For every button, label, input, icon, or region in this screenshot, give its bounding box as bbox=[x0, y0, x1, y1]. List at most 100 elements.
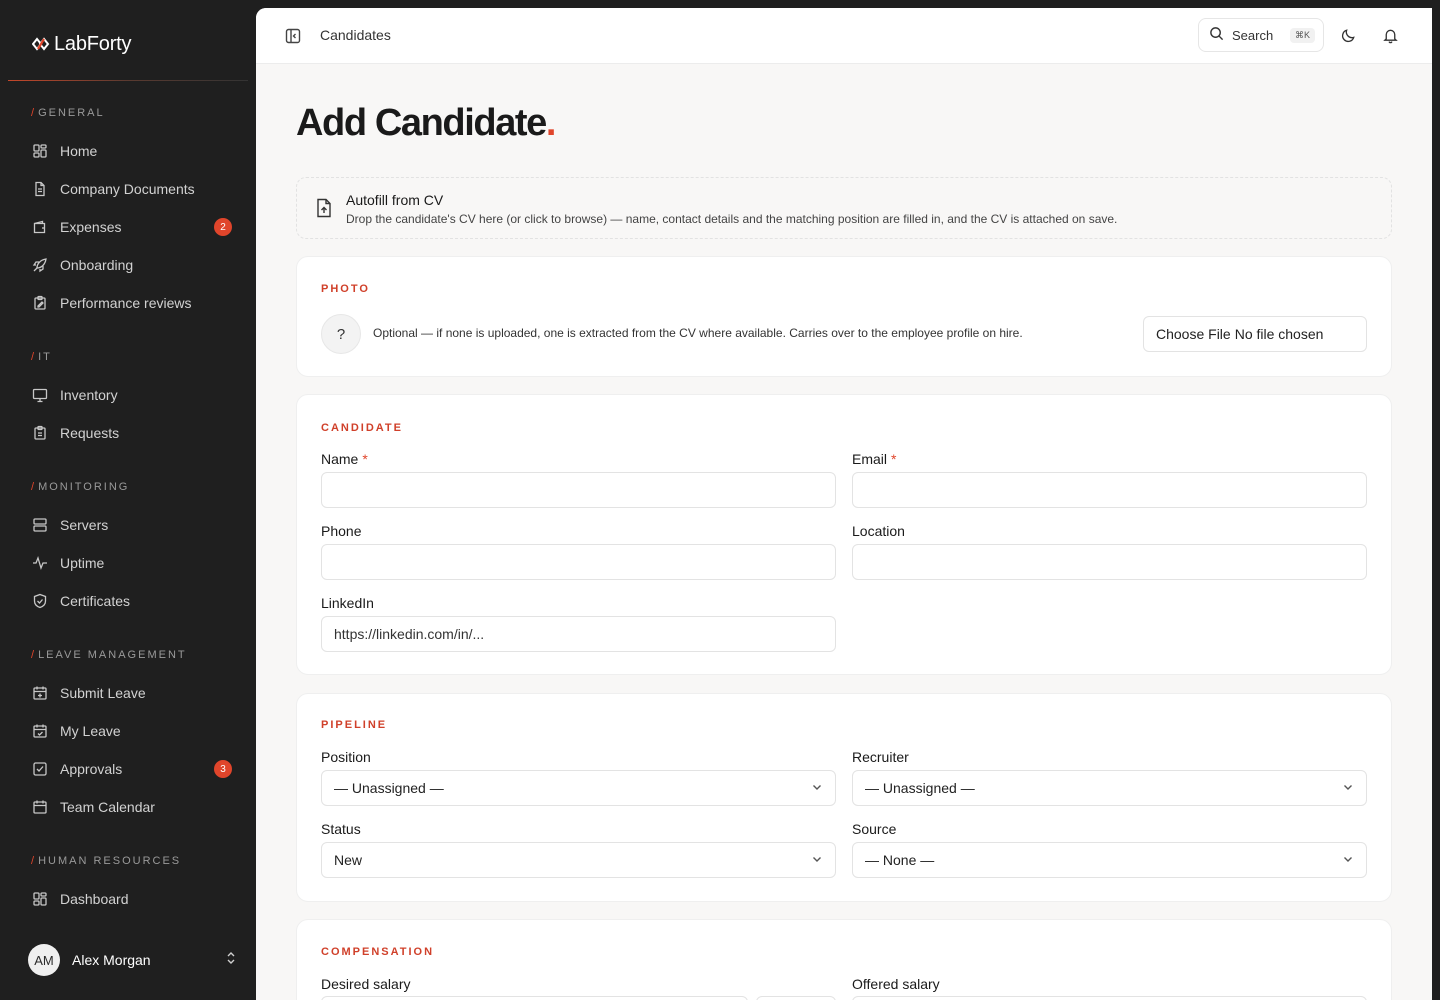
recruiter-label: Recruiter bbox=[852, 749, 909, 765]
sidebar-item-servers[interactable]: Servers bbox=[32, 512, 242, 538]
sidebar-item-team-calendar[interactable]: Team Calendar bbox=[32, 794, 242, 820]
autofill-description: Drop the candidate's CV here (or click t… bbox=[346, 212, 1118, 226]
page-title: Add Candidate. bbox=[296, 102, 557, 144]
position-select[interactable]: — Unassigned — bbox=[321, 770, 836, 806]
photo-file-input[interactable]: Choose File No file chosen bbox=[1143, 316, 1367, 352]
server-icon bbox=[32, 517, 48, 533]
compensation-card: COMPENSATION Desired salary Offered sala… bbox=[296, 919, 1392, 1000]
location-label: Location bbox=[852, 523, 905, 539]
phone-label: Phone bbox=[321, 523, 362, 539]
source-select[interactable]: — None — bbox=[852, 842, 1367, 878]
main-panel: Candidates Search ⌘K Add Candidate. Auto… bbox=[256, 8, 1432, 1000]
pipeline-section-label: PIPELINE bbox=[321, 719, 388, 731]
shield-icon bbox=[32, 593, 48, 609]
sidebar-item-label: Team Calendar bbox=[60, 799, 155, 815]
photo-section-label: PHOTO bbox=[321, 283, 370, 295]
topbar: Candidates Search ⌘K bbox=[256, 8, 1432, 64]
candidate-card: CANDIDATE Name * Email * Phone Location Li… bbox=[296, 394, 1392, 675]
rocket-icon bbox=[32, 257, 48, 273]
chevron-down-icon bbox=[811, 852, 823, 868]
email-input[interactable] bbox=[852, 472, 1367, 508]
activity-icon bbox=[32, 555, 48, 571]
desired-salary-label: Desired salary bbox=[321, 976, 411, 992]
recruiter-select[interactable]: — Unassigned — bbox=[852, 770, 1367, 806]
location-input[interactable] bbox=[852, 544, 1367, 580]
app-logo[interactable]: LabForty bbox=[32, 30, 132, 58]
clipboard-list-icon bbox=[32, 425, 48, 441]
wallet-icon bbox=[32, 219, 48, 235]
sidebar: LabForty / General Home Company Documents… bbox=[0, 0, 256, 1000]
sidebar-item-requests[interactable]: Requests bbox=[32, 420, 242, 446]
cv-autofill-dropzone[interactable]: Autofill from CV Drop the candidate's CV… bbox=[296, 177, 1392, 239]
status-select[interactable]: New bbox=[321, 842, 836, 878]
check-square-icon bbox=[32, 761, 48, 777]
sidebar-item-performance-reviews[interactable]: Performance reviews bbox=[32, 290, 242, 316]
sidebar-item-approvals[interactable]: Approvals 3 bbox=[32, 756, 242, 782]
required-marker: * bbox=[891, 451, 897, 467]
sidebar-section-leave-management: / Leave Management bbox=[31, 649, 187, 661]
user-menu[interactable]: AM Alex Morgan bbox=[28, 944, 238, 976]
desired-salary-input[interactable] bbox=[321, 996, 748, 1000]
linkedin-input[interactable] bbox=[321, 616, 836, 652]
app-name: LabForty bbox=[54, 32, 132, 55]
sidebar-item-label: Approvals bbox=[60, 761, 123, 777]
name-label: Name * bbox=[321, 451, 368, 467]
compensation-section-label: COMPENSATION bbox=[321, 946, 435, 958]
breadcrumb[interactable]: Candidates bbox=[320, 27, 391, 43]
offered-salary-label: Offered salary bbox=[852, 976, 940, 992]
sidebar-item-my-leave[interactable]: My Leave bbox=[32, 718, 242, 744]
approvals-count-badge: 3 bbox=[214, 760, 232, 778]
dark-mode-moon-icon[interactable] bbox=[1340, 27, 1357, 49]
chevron-up-down-icon bbox=[224, 951, 238, 970]
avatar: AM bbox=[28, 944, 60, 976]
status-value: New bbox=[334, 852, 363, 868]
offered-salary-input[interactable] bbox=[852, 996, 1367, 1000]
sidebar-item-label: Uptime bbox=[60, 555, 105, 571]
sidebar-item-label: Certificates bbox=[60, 593, 131, 609]
sidebar-item-inventory[interactable]: Inventory bbox=[32, 382, 242, 408]
sidebar-item-company-documents[interactable]: Company Documents bbox=[32, 176, 242, 202]
sidebar-item-label: Servers bbox=[60, 517, 109, 533]
status-label: Status bbox=[321, 821, 361, 837]
recruiter-value: — Unassigned — bbox=[865, 780, 975, 796]
search-button[interactable]: Search ⌘K bbox=[1198, 18, 1324, 52]
desired-currency-select[interactable] bbox=[756, 996, 836, 1000]
source-value: — None — bbox=[865, 852, 935, 868]
sidebar-item-expenses[interactable]: Expenses 2 bbox=[32, 214, 242, 240]
sidebar-item-label: Requests bbox=[60, 425, 120, 441]
labforty-logo-icon bbox=[32, 37, 50, 51]
sidebar-toggle-icon[interactable] bbox=[284, 27, 302, 50]
grid-icon bbox=[32, 143, 48, 159]
file-upload-icon bbox=[315, 198, 333, 223]
sidebar-item-certificates[interactable]: Certificates bbox=[32, 588, 242, 614]
sidebar-section-human-resources: / Human Resources bbox=[31, 855, 182, 867]
sidebar-section-monitoring: / Monitoring bbox=[31, 481, 130, 493]
sidebar-item-label: Home bbox=[60, 143, 98, 159]
sidebar-section-it: / IT bbox=[31, 351, 52, 363]
chevron-down-icon bbox=[1342, 780, 1354, 796]
linkedin-label: LinkedIn bbox=[321, 595, 374, 611]
sidebar-section-general: / General bbox=[31, 107, 105, 119]
calendar-check-icon bbox=[32, 723, 48, 739]
grid-icon bbox=[32, 891, 48, 907]
sidebar-item-uptime[interactable]: Uptime bbox=[32, 550, 242, 576]
monitor-icon bbox=[32, 387, 48, 403]
choose-file-button[interactable]: Choose File bbox=[1156, 326, 1231, 342]
sidebar-item-label: Performance reviews bbox=[60, 295, 192, 311]
sidebar-item-submit-leave[interactable]: Submit Leave bbox=[32, 680, 242, 706]
sidebar-item-label: Inventory bbox=[60, 387, 118, 403]
sidebar-item-label: Expenses bbox=[60, 219, 122, 235]
clipboard-edit-icon bbox=[32, 295, 48, 311]
sidebar-item-label: Onboarding bbox=[60, 257, 134, 273]
sidebar-item-home[interactable]: Home bbox=[32, 138, 242, 164]
sidebar-item-onboarding[interactable]: Onboarding bbox=[32, 252, 242, 278]
sidebar-divider bbox=[8, 80, 248, 81]
user-name: Alex Morgan bbox=[72, 952, 151, 968]
phone-input[interactable] bbox=[321, 544, 836, 580]
search-shortcut: ⌘K bbox=[1289, 27, 1315, 43]
name-input[interactable] bbox=[321, 472, 836, 508]
notifications-bell-icon[interactable] bbox=[1382, 27, 1399, 49]
sidebar-item-label: My Leave bbox=[60, 723, 121, 739]
sidebar-item-label: Company Documents bbox=[60, 181, 195, 197]
sidebar-item-dashboard[interactable]: Dashboard bbox=[32, 886, 242, 912]
